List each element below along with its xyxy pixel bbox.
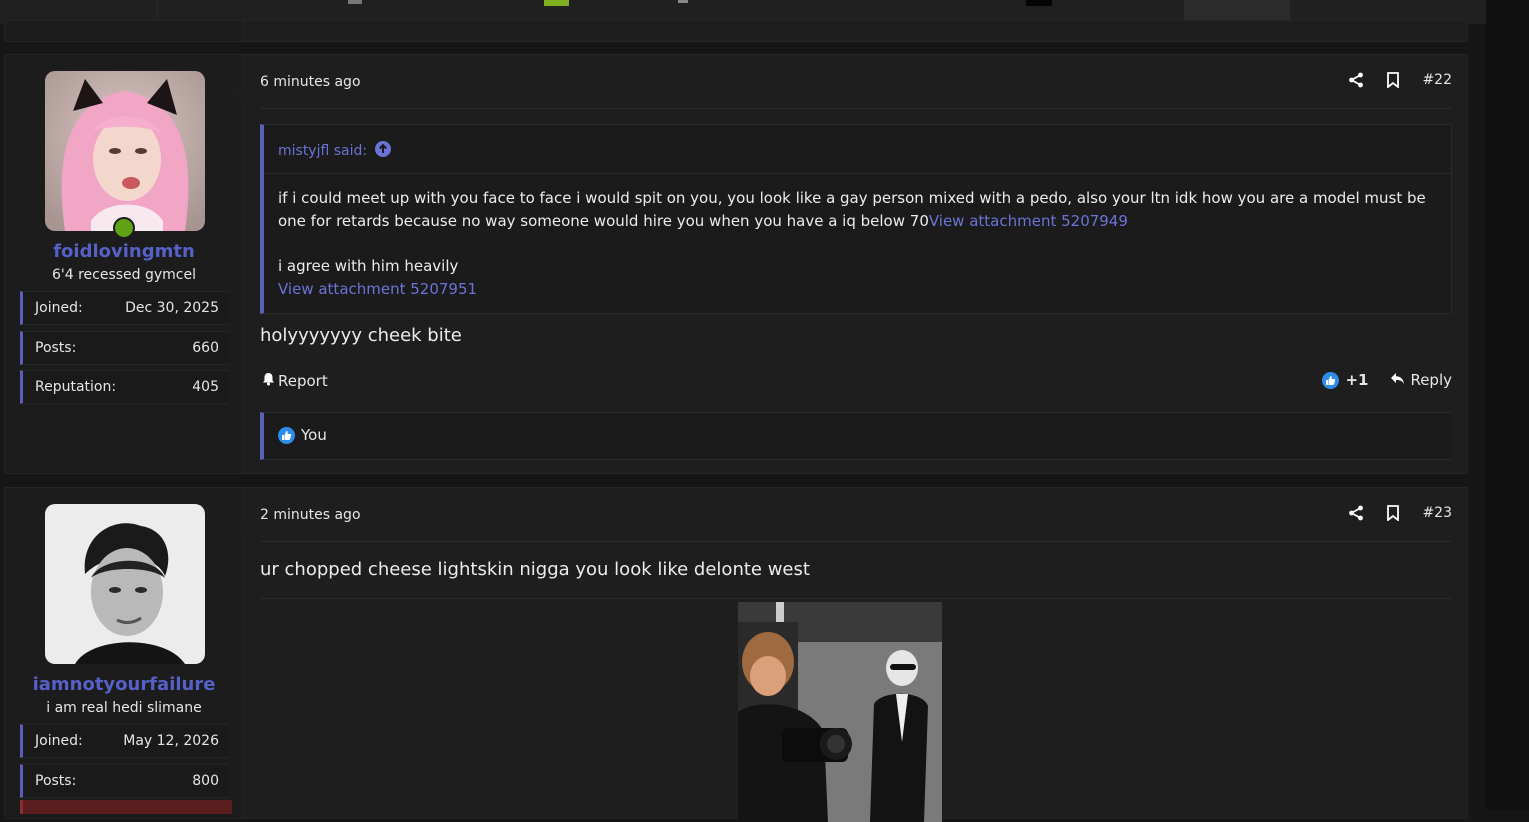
attached-image-photo	[738, 602, 942, 822]
attachment-link-2[interactable]: View attachment 5207951	[278, 278, 1433, 301]
stat-joined: Joined: May 12, 2026	[20, 724, 229, 758]
quote-body-2: i agree with him heavily View attachment…	[278, 255, 1433, 301]
username[interactable]: foidlovingmtn	[5, 241, 243, 262]
quote-author[interactable]: mistyjfl said:	[278, 141, 392, 161]
nav-icon-green[interactable]	[544, 0, 569, 6]
reply-icon	[1390, 371, 1405, 389]
quote-header: mistyjfl said:	[264, 125, 1451, 174]
bookmark-icon[interactable]	[1386, 505, 1400, 521]
stat-label: Reputation:	[35, 379, 117, 395]
avatar-image	[45, 71, 205, 231]
avatar[interactable]	[45, 504, 205, 664]
share-icon[interactable]	[1348, 505, 1364, 521]
previous-post-main	[243, 21, 1467, 41]
stat-value: 660	[192, 340, 219, 356]
user-title: 6'4 recessed gymcel	[51, 267, 197, 283]
reaction-count: +1	[1345, 371, 1369, 389]
header-divider	[260, 108, 1452, 109]
nav-icon-1[interactable]	[348, 0, 362, 4]
post-main: 6 minutes ago #22 mistyjfl said: if i co…	[231, 55, 1467, 473]
reacted-by: You	[301, 426, 327, 444]
user-banner	[20, 800, 232, 814]
nav-icon-2[interactable]	[678, 0, 688, 3]
stat-posts: Posts: 800	[20, 764, 229, 798]
post-reactions: +1 Reply	[1322, 371, 1452, 389]
quote-author-name[interactable]: mistyjfl said:	[278, 143, 367, 159]
reply-button[interactable]: Reply	[1390, 371, 1452, 389]
stat-value: 800	[192, 773, 219, 789]
report-button[interactable]: Report	[262, 372, 328, 390]
post-22: foidlovingmtn 6'4 recessed gymcel Joined…	[4, 54, 1468, 474]
reaction-list-bar: You	[260, 412, 1452, 460]
quote-text-2: i agree with him heavily	[278, 257, 459, 275]
stat-reputation: Reputation: 405	[20, 370, 229, 404]
quote-text: if i could meet up with you face to face…	[278, 189, 1426, 230]
header-divider	[260, 541, 1452, 542]
user-info-column: iamnotyourfailure i am real hedi slimane…	[5, 488, 243, 818]
scrollbar-track[interactable]	[1486, 0, 1529, 810]
quote-block: mistyjfl said: if i could meet up with y…	[260, 124, 1452, 314]
stat-label: Posts:	[35, 340, 77, 356]
online-status-dot	[113, 217, 135, 239]
previous-post-fragment	[4, 20, 1468, 42]
username[interactable]: iamnotyourfailure	[5, 674, 243, 695]
quote-body: if i could meet up with you face to face…	[278, 187, 1433, 233]
attachment-link[interactable]: View attachment 5207949	[929, 212, 1128, 230]
body-divider	[260, 598, 1452, 599]
user-info-column: foidlovingmtn 6'4 recessed gymcel Joined…	[5, 55, 243, 473]
thumbs-up-icon	[1322, 371, 1340, 389]
stat-posts: Posts: 660	[20, 331, 229, 365]
post-arrow	[231, 83, 244, 107]
thumbs-up-icon	[278, 426, 295, 444]
post-header-actions: #23	[1348, 505, 1452, 521]
post-timestamp[interactable]: 6 minutes ago	[260, 74, 361, 90]
stat-label: Posts:	[35, 773, 77, 789]
stat-value: 405	[192, 379, 219, 395]
stat-value: May 12, 2026	[123, 733, 219, 749]
stat-label: Joined:	[35, 733, 83, 749]
reply-label: Reply	[1410, 371, 1452, 389]
reaction-list[interactable]: You	[278, 426, 327, 444]
post-number[interactable]: #22	[1422, 72, 1452, 88]
post-body: holyyyyyyy cheek bite	[260, 325, 462, 346]
post-header-actions: #22	[1348, 72, 1452, 88]
post-body: ur chopped cheese lightskin nigga you lo…	[260, 559, 810, 580]
post-timestamp[interactable]: 2 minutes ago	[260, 507, 361, 523]
stat-label: Joined:	[35, 300, 83, 316]
report-label: Report	[278, 372, 328, 390]
stat-value: Dec 30, 2025	[125, 300, 219, 316]
share-icon[interactable]	[1348, 72, 1364, 88]
bookmark-icon[interactable]	[1386, 72, 1400, 88]
arrow-up-circle-icon[interactable]	[375, 141, 392, 161]
bell-icon	[262, 372, 275, 390]
avatar[interactable]	[45, 71, 205, 231]
post-arrow	[231, 516, 244, 540]
avatar-image	[45, 504, 205, 664]
reaction-summary[interactable]: +1	[1322, 371, 1368, 389]
post-main: 2 minutes ago #23 ur chopped cheese ligh…	[231, 488, 1467, 822]
post-23: iamnotyourfailure i am real hedi slimane…	[4, 487, 1468, 822]
user-title: i am real hedi slimane	[46, 700, 202, 716]
stat-joined: Joined: Dec 30, 2025	[20, 291, 229, 325]
post-number[interactable]: #23	[1422, 505, 1452, 521]
nav-avatar[interactable]	[1026, 0, 1052, 6]
attached-image[interactable]	[738, 602, 942, 822]
